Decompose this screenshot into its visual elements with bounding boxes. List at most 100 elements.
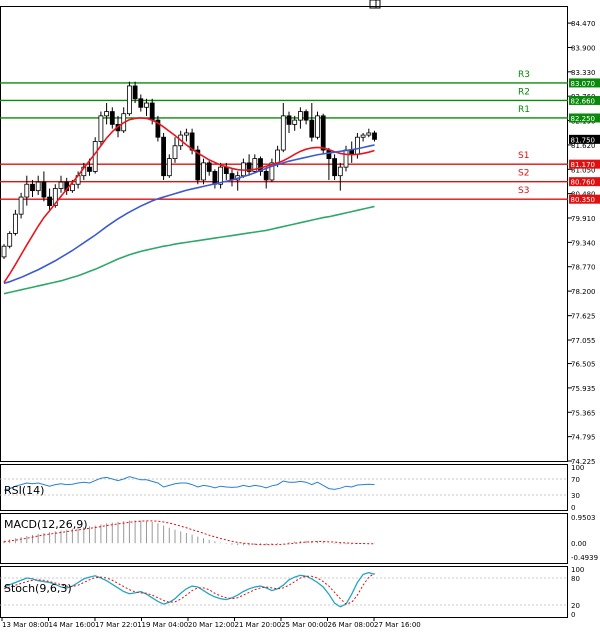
macd-tick-label: 0.9503 bbox=[571, 514, 596, 522]
stoch-panel-frame bbox=[0, 566, 568, 618]
price-tick-label: 77.625 bbox=[571, 313, 596, 321]
candle-body-up bbox=[201, 162, 206, 181]
candle-body-down bbox=[326, 149, 332, 159]
candle-body-down bbox=[161, 136, 167, 177]
time-label: 21 Mar 20:00 bbox=[235, 621, 282, 629]
candle-body-up bbox=[127, 85, 132, 115]
candle-body-up bbox=[35, 181, 41, 192]
macd-label: MACD(12,26,9) bbox=[4, 518, 88, 531]
candle-body-down bbox=[41, 181, 47, 198]
level-label-s2: S2 bbox=[518, 169, 529, 179]
price-tick-label: 74.795 bbox=[571, 434, 596, 442]
candle-body-down bbox=[30, 183, 35, 192]
candle-body-up bbox=[12, 213, 18, 234]
candle-body-up bbox=[360, 134, 366, 138]
price-tick-label: 79.910 bbox=[571, 215, 596, 223]
stoch-tick-label: 20 bbox=[571, 602, 580, 610]
candle-body-down bbox=[138, 98, 144, 108]
level-tag-s3: 80.350 bbox=[571, 196, 596, 204]
candle-body-down bbox=[149, 102, 155, 121]
candle-body-up bbox=[104, 111, 109, 117]
price-tick-label: 77.055 bbox=[571, 337, 596, 345]
time-label: 19 Mar 04:00 bbox=[142, 621, 189, 629]
candle-body-down bbox=[206, 162, 212, 172]
candle-body-up bbox=[292, 119, 298, 125]
candle-body-down bbox=[320, 115, 326, 151]
candle-body-up bbox=[280, 115, 286, 151]
candle-body-up bbox=[337, 166, 343, 177]
level-tag-r1: 82.250 bbox=[571, 115, 596, 123]
candle-body-down bbox=[87, 166, 92, 172]
candle-body-up bbox=[166, 158, 172, 177]
rsi-tick-label: 30 bbox=[571, 492, 580, 500]
candle-body-up bbox=[98, 115, 104, 142]
candle-body-down bbox=[223, 166, 229, 174]
candle-body-down bbox=[47, 196, 52, 207]
price-tick-label: 78.200 bbox=[571, 288, 596, 296]
candle-body-down bbox=[372, 132, 377, 140]
rsi-tick-label: 70 bbox=[571, 476, 580, 484]
level-tag-r2: 82.660 bbox=[571, 97, 596, 105]
candle-body-up bbox=[58, 181, 64, 189]
level-label-r1: R1 bbox=[518, 105, 530, 115]
candle-body-up bbox=[275, 149, 281, 164]
chart-root: 84.47083.90083.33082.76082.19081.62081.0… bbox=[0, 0, 600, 632]
candle-body-down bbox=[286, 115, 292, 125]
level-label-r3: R3 bbox=[518, 70, 530, 80]
candle-body-up bbox=[354, 136, 360, 155]
price-tick-label: 75.365 bbox=[571, 409, 596, 417]
level-label-s3: S3 bbox=[518, 186, 529, 196]
candle-body-up bbox=[1, 245, 7, 258]
candle-body-down bbox=[309, 119, 315, 138]
candle-body-up bbox=[183, 132, 189, 136]
stoch-tick-label: 100 bbox=[571, 566, 584, 574]
time-label: 26 Mar 08:00 bbox=[328, 621, 375, 629]
candle-body-up bbox=[18, 196, 24, 215]
stoch-tick-label: 0 bbox=[571, 611, 575, 619]
stoch-tick-label: 80 bbox=[571, 575, 580, 583]
candle-body-down bbox=[263, 171, 269, 181]
candle-body-up bbox=[343, 149, 349, 168]
time-label: 27 Mar 16:00 bbox=[374, 621, 421, 629]
time-label: 20 Mar 12:00 bbox=[188, 621, 235, 629]
level-tag-r3: 83.070 bbox=[571, 80, 596, 88]
price-tick-label: 79.340 bbox=[571, 239, 596, 247]
candle-body-down bbox=[349, 149, 355, 155]
candle-body-down bbox=[132, 85, 138, 100]
candle-body-up bbox=[297, 111, 303, 121]
candle-body-up bbox=[7, 232, 13, 247]
price-tick-label: 75.935 bbox=[571, 385, 596, 393]
trading-chart: 84.47083.90083.33082.76082.19081.62081.0… bbox=[0, 0, 600, 629]
macd-tick-label: 0.00 bbox=[571, 540, 587, 548]
price-tick-label: 83.330 bbox=[571, 69, 596, 77]
candle-body-up bbox=[144, 102, 149, 108]
rsi-label: RSI(14) bbox=[4, 484, 44, 497]
time-label: 14 Mar 16:00 bbox=[49, 621, 96, 629]
time-label: 25 Mar 00:00 bbox=[281, 621, 328, 629]
candle-body-up bbox=[24, 183, 30, 198]
candle-body-up bbox=[366, 132, 372, 136]
time-label: 13 Mar 08:00 bbox=[2, 621, 49, 629]
price-tick-label: 76.505 bbox=[571, 361, 596, 369]
main-panel-frame bbox=[0, 6, 568, 462]
price-tick-label: 83.900 bbox=[571, 44, 596, 52]
stoch-label: Stoch(9,6,3) bbox=[4, 582, 72, 595]
candle-body-up bbox=[172, 145, 178, 159]
rsi-panel-frame bbox=[0, 464, 568, 511]
level-label-r2: R2 bbox=[518, 87, 530, 97]
candle-body-down bbox=[332, 158, 338, 177]
candle-body-down bbox=[303, 111, 309, 121]
level-label-s1: S1 bbox=[518, 151, 529, 161]
price-tick-label: 84.470 bbox=[571, 20, 596, 28]
rsi-tick-label: 100 bbox=[571, 464, 584, 472]
macd-tick-label: -0.4939 bbox=[571, 554, 598, 562]
price-tick-label: 78.770 bbox=[571, 264, 596, 272]
rsi-tick-label: 0 bbox=[571, 504, 575, 512]
candle-body-up bbox=[315, 115, 320, 138]
current-price-tag: 81.750 bbox=[571, 136, 596, 144]
time-label: 17 Mar 22:01 bbox=[95, 621, 142, 629]
candle-body-down bbox=[109, 111, 115, 125]
level-tag-s2: 80.760 bbox=[571, 179, 596, 187]
level-tag-s1: 81.170 bbox=[571, 161, 596, 169]
candle-body-down bbox=[212, 171, 218, 185]
